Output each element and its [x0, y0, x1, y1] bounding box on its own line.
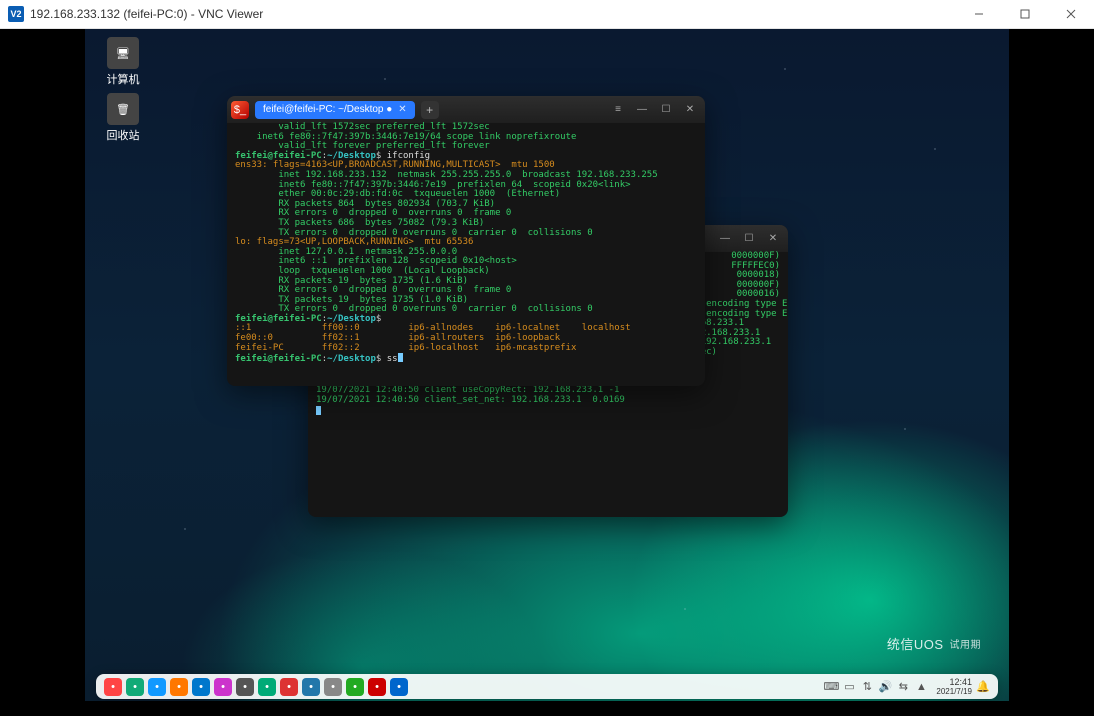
vnc-logo-icon: V2: [8, 6, 24, 22]
remote-desktop: 🖥 计算机 🗑 回收站 — ☐ ✕ 0000000F)FFFFFEC0)0000…: [0, 29, 1094, 716]
tray-keyboard-icon[interactable]: ⌨: [824, 680, 838, 694]
computer-icon: 🖥: [107, 37, 139, 69]
dock-app-store[interactable]: •: [258, 678, 276, 696]
dock-clock[interactable]: 12:412021/7/19: [936, 677, 972, 697]
dock-apps: ••••••••••••••: [104, 678, 408, 696]
terminal-menu-button[interactable]: ≡: [607, 99, 629, 121]
tray-volume-icon[interactable]: 🔊: [878, 680, 892, 694]
tray-desktop-icon[interactable]: ▭: [842, 680, 856, 694]
dock-app-music[interactable]: •: [214, 678, 232, 696]
dock-app-launcher[interactable]: •: [104, 678, 122, 696]
tray-usb-icon[interactable]: ⇅: [860, 680, 874, 694]
active-tab[interactable]: feifei@feifei-PC: ~/Desktop ● ✕: [255, 101, 415, 119]
tray-network-icon[interactable]: ⇆: [896, 680, 910, 694]
terminal-minimize-button[interactable]: —: [714, 228, 736, 250]
desktop-icon-computer[interactable]: 🖥 计算机: [99, 37, 147, 87]
dock-app-help[interactable]: •: [302, 678, 320, 696]
trash-icon: 🗑: [107, 93, 139, 125]
dock-app-mail[interactable]: •: [280, 678, 298, 696]
dock-app-media[interactable]: •: [192, 678, 210, 696]
dock-panel: •••••••••••••• ⌨▭⇅🔊⇆▲12:412021/7/19🔔: [96, 674, 998, 699]
desktop-icon-label: 计算机: [107, 74, 140, 86]
maximize-button[interactable]: [1002, 0, 1048, 29]
terminal-window-ifconfig[interactable]: $_ feifei@feifei-PC: ~/Desktop ● ✕ + ≡ —…: [227, 96, 705, 386]
terminal-close-button[interactable]: ✕: [679, 99, 701, 121]
tray-notifications-icon[interactable]: 🔔: [976, 680, 990, 694]
dock-app-dev[interactable]: •: [390, 678, 408, 696]
dock-app-browser[interactable]: •: [148, 678, 166, 696]
terminal-output[interactable]: valid_lft 1572sec preferred_lft 1572sec …: [227, 123, 705, 369]
window-title: 192.168.233.132 (feifei-PC:0) - VNC View…: [30, 7, 263, 21]
watermark-brand: 统信UOS: [887, 634, 944, 653]
terminal-minimize-button[interactable]: —: [631, 99, 653, 121]
dock-app-camera[interactable]: •: [324, 678, 342, 696]
window-controls: [956, 0, 1094, 29]
desktop-icon-trash[interactable]: 🗑 回收站: [99, 93, 147, 143]
tray-tray-up-icon[interactable]: ▲: [914, 680, 928, 694]
dock-tray: ⌨ ▭ ⇅ 🔊 ⇆ ▲ 12:412021/7/19 🔔: [824, 677, 990, 697]
terminal-app-icon: $_: [231, 101, 249, 119]
terminal-maximize-button[interactable]: ☐: [655, 99, 677, 121]
dock-app-files[interactable]: •: [126, 678, 144, 696]
tab-label: feifei@feifei-PC: ~/Desktop ●: [263, 101, 392, 119]
dock-app-settings[interactable]: •: [236, 678, 254, 696]
close-button[interactable]: [1048, 0, 1094, 29]
dock-app-terminal[interactable]: •: [368, 678, 386, 696]
new-tab-button[interactable]: +: [421, 101, 439, 119]
tab-close-icon[interactable]: ✕: [398, 101, 406, 119]
terminal-tabbar: $_ feifei@feifei-PC: ~/Desktop ● ✕ + ≡ —…: [227, 96, 705, 123]
dock-app-screenshot[interactable]: •: [346, 678, 364, 696]
minimize-button[interactable]: [956, 0, 1002, 29]
desktop-icon-label: 回收站: [107, 130, 140, 142]
vnc-window-titlebar: V2 192.168.233.132 (feifei-PC:0) - VNC V…: [0, 0, 1094, 29]
dock: •••••••••••••• ⌨▭⇅🔊⇆▲12:412021/7/19🔔: [85, 672, 1009, 701]
terminal-maximize-button[interactable]: ☐: [738, 228, 760, 250]
os-watermark: 统信UOS 试用期: [887, 634, 981, 653]
terminal-close-button[interactable]: ✕: [762, 228, 784, 250]
watermark-suffix: 试用期: [950, 636, 982, 651]
desktop-wallpaper: 🖥 计算机 🗑 回收站 — ☐ ✕ 0000000F)FFFFFEC0)0000…: [85, 29, 1009, 701]
dock-app-chat[interactable]: •: [170, 678, 188, 696]
